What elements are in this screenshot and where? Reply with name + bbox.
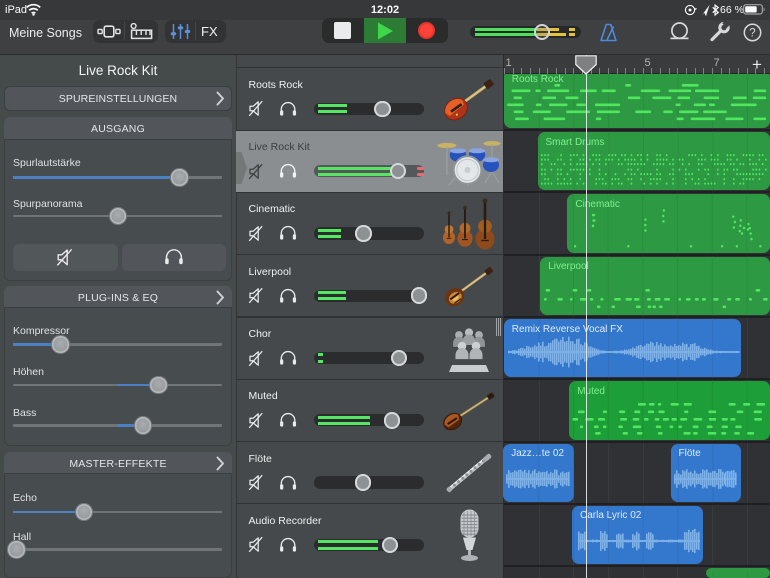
svg-text:?: ?	[749, 27, 755, 39]
